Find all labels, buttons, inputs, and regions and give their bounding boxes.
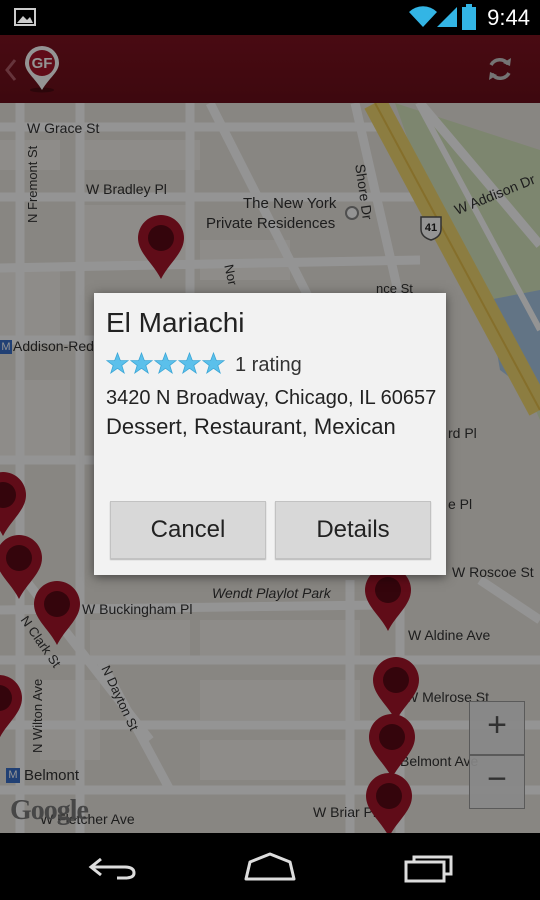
status-bar: 9:44 — [0, 0, 540, 35]
star-icon — [202, 352, 225, 375]
rating-count: 1 rating — [235, 354, 302, 376]
place-address: 3420 N Broadway, Chicago, IL 60657 — [106, 387, 437, 409]
navigation-bar — [0, 833, 540, 900]
star-icon — [106, 352, 129, 375]
image-notification-icon — [14, 8, 36, 26]
place-categories: Dessert, Restaurant, Mexican — [106, 414, 396, 439]
place-dialog: El Mariachi 1 rating 3420 N Broadway, Ch… — [94, 293, 446, 575]
battery-icon — [462, 4, 476, 30]
details-button-label: Details — [316, 516, 390, 543]
clock-time: 9:44 — [487, 5, 530, 30]
back-icon[interactable] — [87, 855, 137, 881]
rating-stars — [106, 352, 225, 378]
place-name: El Mariachi — [106, 307, 245, 338]
wifi-icon — [409, 6, 437, 27]
home-icon[interactable] — [243, 851, 297, 881]
details-button[interactable]: Details — [275, 501, 431, 559]
signal-icon — [437, 7, 457, 27]
cancel-button-label: Cancel — [150, 516, 226, 543]
cancel-button[interactable]: Cancel — [110, 501, 266, 559]
star-icon — [154, 352, 177, 375]
recent-apps-icon[interactable] — [404, 853, 454, 883]
star-icon — [178, 352, 201, 375]
star-icon — [130, 352, 153, 375]
